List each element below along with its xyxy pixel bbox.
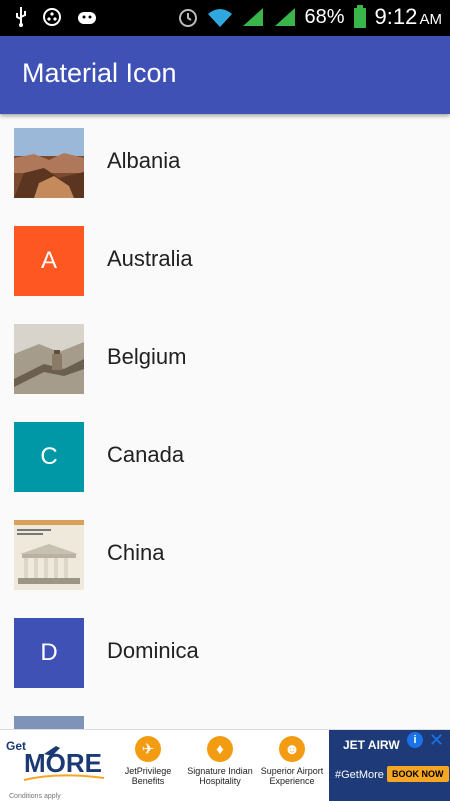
list-item-belgium[interactable]: Belgium [0, 310, 450, 408]
battery-icon [353, 5, 366, 28]
android-icon [78, 12, 96, 24]
ad-item-label: JetPrivilege Benefits [124, 766, 172, 786]
circle-icon [43, 8, 61, 26]
svg-text:Get: Get [6, 739, 26, 753]
ad-logo: Get MORE Conditions apply [4, 736, 112, 800]
avatar-letter: C [14, 422, 84, 492]
country-list[interactable]: Albania A Australia Belgium C Canada Chi… [0, 114, 450, 800]
close-icon[interactable]: ✕ [429, 730, 444, 751]
person-icon: ♦ [207, 736, 233, 762]
avatar-image [14, 128, 84, 198]
status-left-icons [14, 7, 98, 27]
temple-image [14, 520, 84, 590]
list-item-china[interactable]: China [0, 506, 450, 604]
avatar-image [14, 520, 84, 590]
canyon-image [14, 128, 84, 198]
alarm-icon [178, 9, 197, 27]
ad-item: ♦ Signature Indian Hospitality [184, 736, 256, 796]
wifi-icon [207, 9, 232, 27]
list-item-label: Albania [107, 148, 181, 173]
list-item-canada[interactable]: C Canada [0, 408, 450, 506]
status-right-icons: 68% 9:12 AM [177, 4, 442, 30]
people-icon: ☻ [279, 736, 305, 762]
ad-item: ✈ JetPrivilege Benefits [112, 736, 184, 796]
getmore-logo-icon: Get MORE [6, 739, 105, 781]
signal-icon [242, 8, 263, 26]
ad-benefits: ✈ JetPrivilege Benefits ♦ Signature Indi… [112, 736, 328, 796]
app-title: Material Icon [22, 58, 177, 88]
app-bar: Material Icon [0, 36, 450, 114]
avatar-image [14, 324, 84, 394]
ad-item-label: Signature Indian Hospitality [187, 766, 253, 786]
ad-hashtag: #GetMore [335, 769, 384, 781]
info-icon[interactable]: i [407, 732, 423, 748]
list-item-label: Canada [107, 442, 185, 467]
avatar-letter: D [14, 618, 84, 688]
great-wall-image [14, 324, 84, 394]
book-now-button[interactable]: BOOK NOW [387, 766, 449, 782]
list-item-albania[interactable]: Albania [0, 114, 450, 212]
plane-icon: ✈ [135, 736, 161, 762]
list-item-label: China [107, 540, 165, 565]
battery-percent: 68% [304, 5, 345, 28]
avatar-letter: A [14, 226, 84, 296]
ad-banner[interactable]: Get MORE Conditions apply ✈ JetPrivilege… [0, 729, 450, 801]
list-item-australia[interactable]: A Australia [0, 212, 450, 310]
clock: 9:12 AM [375, 4, 442, 30]
clock-ampm: AM [419, 11, 443, 28]
list-item-label: Australia [107, 246, 193, 271]
list-item-dominica[interactable]: D Dominica [0, 604, 450, 702]
clock-time: 9:12 [374, 4, 418, 29]
usb-icon [16, 7, 26, 27]
signal-icon [274, 8, 295, 26]
ad-item-label: Superior Airport Experience [260, 766, 324, 786]
ad-right-panel[interactable]: JET AIRW #GetMore BOOK NOW i ✕ [329, 730, 450, 801]
status-bar: 68% 9:12 AM [0, 0, 450, 36]
svg-text:MORE: MORE [24, 748, 102, 778]
ad-conditions: Conditions apply [9, 793, 61, 800]
ad-brand: JET AIRW [343, 738, 400, 752]
list-item-label: Dominica [107, 638, 199, 663]
ad-item: ☻ Superior Airport Experience [256, 736, 328, 796]
list-item-label: Belgium [107, 344, 187, 369]
